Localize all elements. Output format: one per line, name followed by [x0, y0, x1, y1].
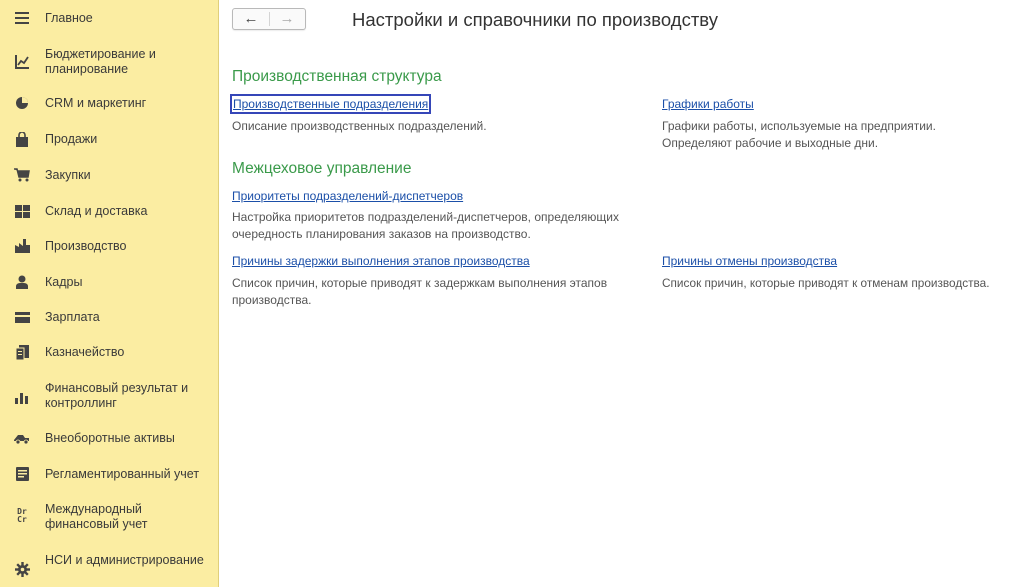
sidebar-item-label: Зарплата: [45, 310, 100, 324]
link-production-departments[interactable]: Производственные подразделения: [229, 94, 432, 114]
sidebar-item-international-accounting[interactable]: Dr Cr Международный финансовый учет: [0, 501, 219, 533]
sidebar-item-label: НСИ и администрирование: [45, 553, 204, 567]
sidebar: Главное Бюджетирование и планирование CR…: [0, 0, 219, 587]
sidebar-item-financial-result[interactable]: Финансовый результат и контроллинг: [0, 380, 219, 412]
sidebar-item-main[interactable]: Главное: [0, 10, 219, 26]
desc-dispatcher-priorities: Настройка приоритетов подразделений-дисп…: [232, 210, 619, 241]
desc-production-departments: Описание производственных подразделений.: [232, 119, 487, 133]
bar-chart-icon: [14, 389, 30, 405]
menu-lines-icon: [14, 10, 30, 26]
document-icon: [14, 466, 30, 482]
sidebar-item-hr[interactable]: Кадры: [0, 274, 219, 290]
desc-work-schedules: Графики работы, используемые на предприя…: [662, 119, 936, 150]
sidebar-item-purchases[interactable]: Закупки: [0, 167, 219, 183]
sidebar-item-label: Международный финансовый учет: [45, 502, 148, 531]
sidebar-item-fixed-assets[interactable]: Внеоборотные активы: [0, 430, 219, 446]
warehouse-icon: [14, 203, 30, 219]
sidebar-item-label: Главное: [45, 11, 93, 25]
section-title-production-structure: Производственная структура: [232, 68, 442, 85]
sidebar-item-nsi-admin[interactable]: НСИ и администрирование: [0, 552, 219, 584]
back-button[interactable]: ←: [233, 9, 269, 29]
gear-icon: [14, 561, 30, 577]
factory-icon: [14, 238, 30, 254]
main-content: ← → Настройки и справочники по производс…: [220, 0, 1024, 587]
crm-pie-icon: [14, 95, 30, 111]
sidebar-item-label: CRM и маркетинг: [45, 96, 147, 110]
desc-delay-reasons: Список причин, которые приводят к задерж…: [232, 276, 608, 307]
sidebar-item-label: Казначейство: [45, 345, 125, 359]
sidebar-item-sales[interactable]: Продажи: [0, 131, 219, 147]
navigation-buttons: ← →: [232, 8, 306, 30]
sidebar-item-label: Продажи: [45, 132, 98, 146]
sidebar-item-budgeting[interactable]: Бюджетирование и планирование: [0, 46, 219, 78]
dr-cr-icon: Dr Cr: [17, 507, 27, 524]
shopping-bag-icon: [14, 131, 30, 147]
sidebar-item-label: Финансовый результат и контроллинг: [45, 381, 189, 410]
sidebar-item-production[interactable]: Производство: [0, 238, 219, 254]
sidebar-item-label: Производство: [45, 239, 127, 253]
sidebar-item-treasury[interactable]: Казначейство: [0, 344, 219, 360]
link-cancel-reasons[interactable]: Причины отмены производства: [662, 254, 837, 268]
sidebar-item-label: Бюджетирование и планирование: [45, 47, 156, 76]
sidebar-item-label: Кадры: [45, 275, 83, 289]
link-dispatcher-priorities[interactable]: Приоритеты подразделений-диспетчеров: [232, 189, 463, 203]
shopping-cart-icon: [14, 167, 30, 183]
budget-chart-icon: [14, 54, 30, 70]
forward-button[interactable]: →: [269, 9, 305, 29]
treasury-icon: [14, 344, 30, 360]
sidebar-item-warehouse[interactable]: Склад и доставка: [0, 203, 219, 219]
page-title: Настройки и справочники по производству: [352, 9, 718, 30]
wallet-card-icon: [14, 309, 30, 325]
truck-icon: [14, 430, 30, 446]
person-icon: [14, 274, 30, 290]
section-title-interdepartment-management: Межцеховое управление: [232, 160, 412, 177]
sidebar-item-label: Закупки: [45, 168, 91, 182]
sidebar-item-regulated-accounting[interactable]: Регламентированный учет: [0, 466, 219, 482]
sidebar-item-label: Внеоборотные активы: [45, 431, 175, 445]
link-work-schedules[interactable]: Графики работы: [662, 97, 754, 111]
sidebar-item-label: Регламентированный учет: [45, 467, 200, 481]
desc-cancel-reasons: Список причин, которые приводят к отмена…: [662, 276, 990, 290]
link-delay-reasons[interactable]: Причины задержки выполнения этапов произ…: [232, 254, 530, 268]
sidebar-item-label: Склад и доставка: [45, 204, 148, 218]
sidebar-item-crm[interactable]: CRM и маркетинг: [0, 95, 219, 111]
sidebar-item-salary[interactable]: Зарплата: [0, 309, 219, 325]
